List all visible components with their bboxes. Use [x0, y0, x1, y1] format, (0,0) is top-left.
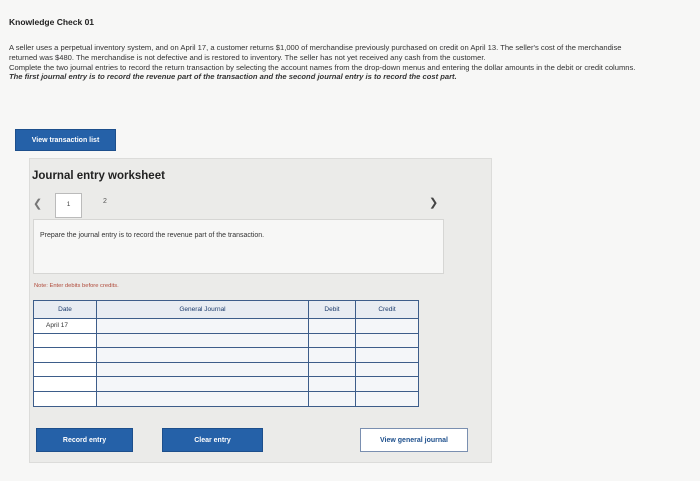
column-header-debit: Debit [308, 300, 356, 319]
date-cell [33, 390, 97, 407]
instruction-box [33, 219, 444, 274]
problem-paragraph-2: Complete the two journal entries to reco… [9, 63, 639, 83]
account-dropdown[interactable] [96, 390, 309, 407]
date-cell [33, 376, 97, 392]
account-dropdown[interactable] [96, 347, 309, 363]
problem-emphasis: The first journal entry is to record the… [9, 72, 457, 82]
table-row [33, 376, 419, 392]
account-dropdown[interactable] [96, 361, 309, 378]
worksheet-title: Journal entry worksheet [32, 170, 165, 182]
tab-entry-2[interactable]: 2 [103, 198, 107, 205]
debit-input[interactable] [308, 332, 356, 349]
date-cell: April 17 [33, 318, 97, 334]
record-entry-button[interactable]: Record entry [36, 428, 133, 452]
credit-input[interactable] [355, 318, 419, 334]
table-row [33, 361, 419, 378]
chevron-right-icon[interactable]: ❯ [429, 196, 438, 209]
debit-input[interactable] [308, 376, 356, 392]
column-header-date: Date [33, 300, 97, 319]
problem-instructions: Complete the two journal entries to reco… [9, 62, 636, 72]
table-row [33, 332, 419, 349]
clear-entry-button[interactable]: Clear entry [162, 428, 263, 452]
journal-header-row: Date General Journal Debit Credit [33, 300, 419, 319]
credit-input[interactable] [355, 347, 419, 363]
table-row [33, 390, 419, 407]
account-dropdown[interactable] [96, 332, 309, 349]
view-transaction-list-button[interactable]: View transaction list [15, 129, 116, 151]
view-general-journal-button[interactable]: View general journal [360, 428, 468, 452]
journal-table: Date General Journal Debit Credit April … [33, 300, 419, 407]
page-title: Knowledge Check 01 [9, 17, 95, 27]
date-cell [33, 332, 97, 349]
account-dropdown[interactable] [96, 318, 309, 334]
column-header-general-journal: General Journal [96, 300, 309, 319]
problem-statement: A seller uses a perpetual inventory syst… [9, 43, 639, 82]
chevron-left-icon[interactable]: ❮ [33, 197, 42, 210]
debit-input[interactable] [308, 318, 356, 334]
note-text: Note: Enter debits before credits. [34, 283, 119, 289]
credit-input[interactable] [355, 361, 419, 378]
date-cell [33, 361, 97, 378]
debit-input[interactable] [308, 390, 356, 407]
problem-paragraph-1: A seller uses a perpetual inventory syst… [9, 43, 622, 62]
table-row: April 17 [33, 318, 419, 334]
debit-input[interactable] [308, 361, 356, 378]
debit-input[interactable] [308, 347, 356, 363]
credit-input[interactable] [355, 376, 419, 392]
date-cell [33, 347, 97, 363]
column-header-credit: Credit [355, 300, 419, 319]
table-row [33, 347, 419, 363]
tab-entry-1[interactable]: 1 [55, 193, 82, 218]
credit-input[interactable] [355, 332, 419, 349]
credit-input[interactable] [355, 390, 419, 407]
account-dropdown[interactable] [96, 376, 309, 392]
instruction-text: Prepare the journal entry is to record t… [40, 232, 265, 239]
